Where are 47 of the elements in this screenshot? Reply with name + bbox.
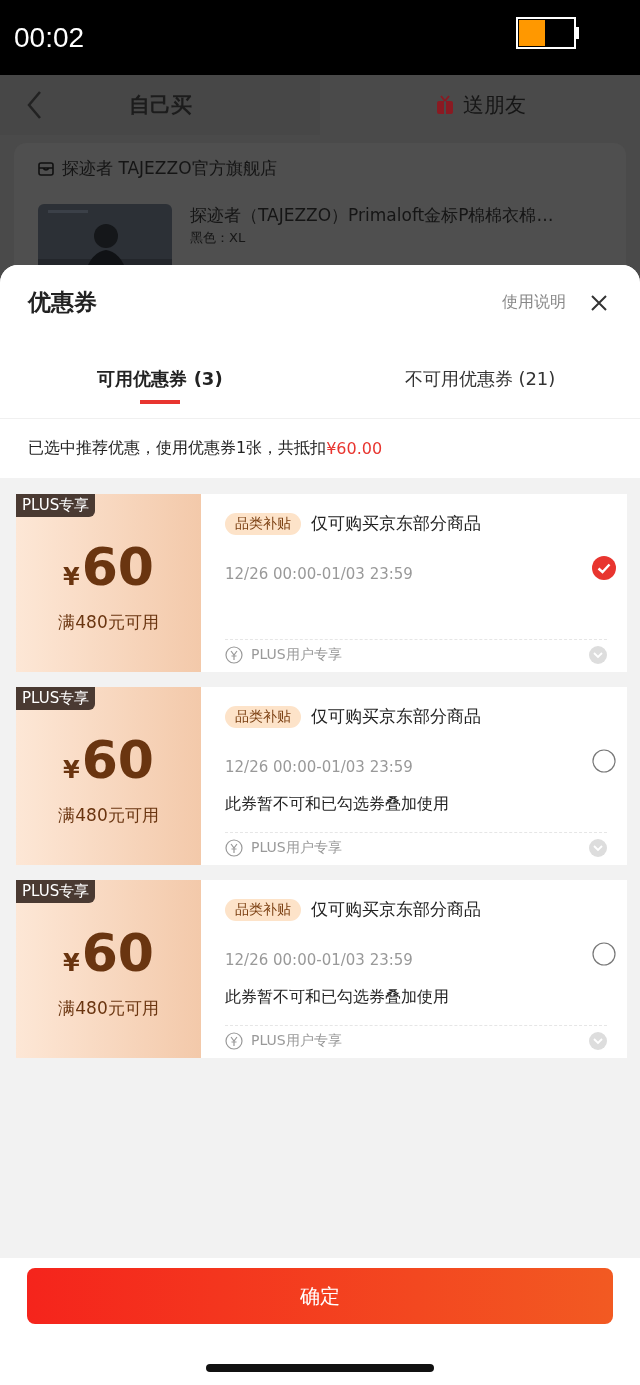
plus-badge: PLUS专享 bbox=[16, 494, 96, 517]
product-title: 探迹者（TAJEZZO）Primaloft金标P棉棉衣棉… bbox=[190, 204, 554, 227]
coupon-card[interactable]: PLUS专享 ¥60 满480元可用 品类补贴 仅可购买京东部分商品 12/26 00:00-01/03 23:59 PLUS用户专享 bbox=[16, 494, 627, 672]
coupon-condition: 满480元可用 bbox=[58, 610, 159, 634]
currency-sign: ¥ bbox=[62, 562, 80, 591]
store-name: 探迹者 TAJEZZO官方旗舰店 bbox=[62, 157, 277, 180]
validity-text: 12/26 00:00-01/03 23:59 bbox=[225, 565, 414, 583]
yen-icon bbox=[225, 1032, 243, 1050]
yen-icon bbox=[225, 646, 243, 664]
validity-text: 12/26 00:00-01/03 23:59 bbox=[225, 951, 414, 969]
battery-icon bbox=[516, 16, 580, 49]
coupon-amount: 60 bbox=[81, 926, 155, 979]
coupon-card[interactable]: PLUS专享 ¥60 满480元可用 品类补贴 仅可购买京东部分商品 12/26 00:00-01/03 23:59 此券暂不可和已勾选券叠加使用 PLUS用户专享 bbox=[16, 687, 627, 865]
close-icon[interactable] bbox=[590, 293, 608, 312]
plus-badge: PLUS专享 bbox=[16, 880, 96, 903]
coupon-amount: 60 bbox=[81, 540, 155, 593]
status-time: 00:02 bbox=[14, 21, 85, 54]
coupon-note: 此券暂不可和已勾选券叠加使用 bbox=[225, 987, 450, 1008]
coupon-note: 此券暂不可和已勾选券叠加使用 bbox=[225, 794, 450, 815]
currency-sign: ¥ bbox=[62, 948, 80, 977]
store-icon bbox=[38, 160, 54, 177]
sheet-title: 优惠券 bbox=[28, 288, 98, 317]
radio[interactable] bbox=[592, 749, 616, 773]
category-tag: 品类补贴 bbox=[225, 898, 301, 921]
coupon-title: 仅可购买京东部分商品 bbox=[311, 705, 481, 728]
category-tag: 品类补贴 bbox=[225, 512, 301, 535]
coupon-amount: 60 bbox=[81, 733, 155, 786]
yen-icon bbox=[225, 839, 243, 857]
confirm-button[interactable]: 确定 bbox=[27, 1268, 613, 1324]
checked-radio[interactable] bbox=[592, 556, 616, 580]
summary-text: 已选中推荐优惠，使用优惠券1张，共抵扣¥60.00 bbox=[0, 418, 640, 478]
coupon-card[interactable]: PLUS专享 ¥60 满480元可用 品类补贴 仅可购买京东部分商品 12/26 00:00-01/03 23:59 此券暂不可和已勾选券叠加使用 PLUS用户专享 bbox=[16, 880, 627, 1058]
plus-user-text: PLUS用户专享 bbox=[251, 839, 343, 857]
coupon-title: 仅可购买京东部分商品 bbox=[311, 898, 481, 921]
plus-badge: PLUS专享 bbox=[16, 687, 96, 710]
plus-user-text: PLUS用户专享 bbox=[251, 646, 343, 664]
plus-user-text: PLUS用户专享 bbox=[251, 1032, 343, 1050]
help-link[interactable]: 使用说明 bbox=[502, 292, 566, 313]
validity-text: 12/26 00:00-01/03 23:59 bbox=[225, 758, 414, 776]
category-tag: 品类补贴 bbox=[225, 705, 301, 728]
coupon-condition: 满480元可用 bbox=[58, 803, 159, 827]
coupon-condition: 满480元可用 bbox=[58, 996, 159, 1020]
gift-icon bbox=[434, 95, 455, 115]
coupon-title: 仅可购买京东部分商品 bbox=[311, 512, 481, 535]
currency-sign: ¥ bbox=[62, 755, 80, 784]
radio[interactable] bbox=[592, 942, 616, 966]
coupon-tab[interactable]: 不可用优惠券 (21) bbox=[320, 340, 640, 418]
